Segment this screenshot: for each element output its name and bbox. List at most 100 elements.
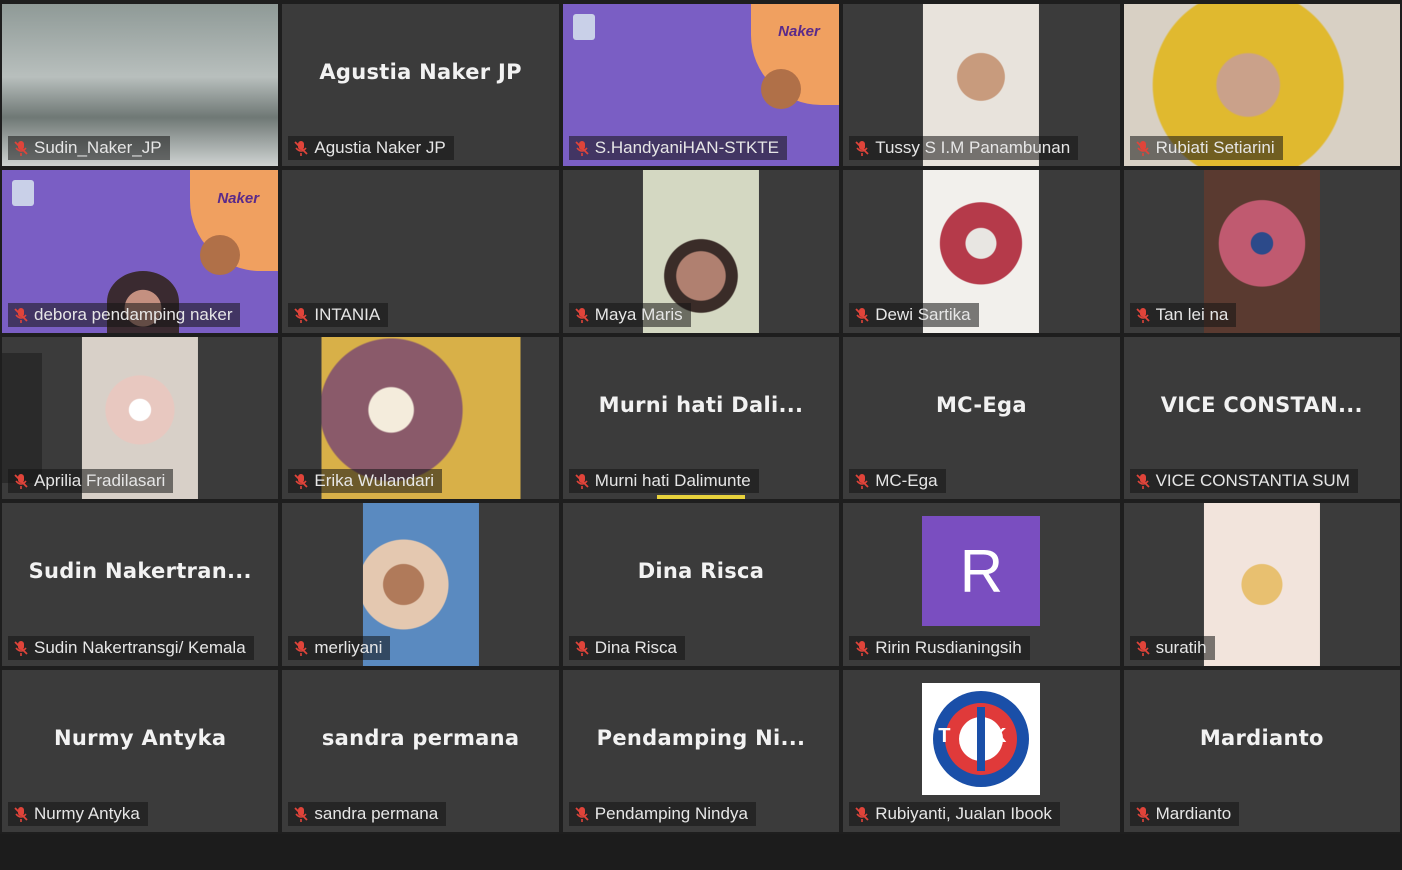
participant-tile[interactable]: Murni hati Dali... Murni hati Dalimunte [562, 336, 840, 500]
participant-display-name: Pendamping Ni... [596, 725, 806, 750]
mic-muted-icon [12, 139, 30, 157]
participant-name-label: Ririn Rusdianingsih [849, 635, 1030, 660]
participant-name-label: MC-Ega [849, 469, 946, 494]
participant-display-name: Dina Risca [637, 559, 765, 584]
participant-name: suratih [1155, 637, 1207, 657]
mic-muted-icon [573, 139, 591, 157]
mic-muted-icon [1134, 805, 1152, 823]
participant-name-label: VICE CONSTANTIA SUM [1129, 469, 1358, 494]
mic-muted-icon [853, 472, 871, 490]
participant-tile[interactable]: INTANIA [282, 170, 559, 333]
participant-name: Rubiyanti, Jualan Ibook [875, 803, 1052, 823]
avatar-logo-letters: T K [938, 725, 1025, 748]
participant-video [1203, 503, 1320, 666]
mic-muted-icon [292, 639, 310, 657]
mic-muted-icon [292, 472, 310, 490]
participant-tile[interactable]: T K Rubiyanti, Jualan Ibook [843, 669, 1120, 832]
participant-display-name: Murni hati Dali... [598, 393, 804, 417]
participant-name-label: Nurmy Antyka [8, 801, 148, 826]
participant-name-label: Agustia Naker JP [288, 136, 454, 161]
participant-tile[interactable]: Naker S.HandyaniHAN-STKTE [562, 4, 840, 167]
participant-name-label: Dewi Sartika [849, 302, 979, 327]
participant-tile[interactable]: Sudin Nakertran... Sudin Nakertransgi/ Ke… [2, 503, 279, 666]
mic-muted-icon [12, 472, 30, 490]
slide-logo-text: Naker [217, 189, 260, 207]
participant-tile[interactable]: Agustia Naker JP Agustia Naker JP [282, 4, 559, 167]
participant-display-name: Sudin Nakertran... [28, 559, 252, 584]
participant-name-label: Pendamping Nindya [568, 801, 756, 826]
participant-tile[interactable]: sandra permana sandra permana [282, 669, 559, 832]
participant-name-label: debora pendamping naker [8, 302, 241, 327]
participant-tile[interactable]: Rubiati Setiarini [1123, 4, 1400, 167]
participant-tile[interactable]: Pendamping Ni... Pendamping Nindya [562, 669, 840, 832]
participant-tile[interactable]: Erika Wulandari [282, 336, 559, 500]
mic-muted-icon [573, 306, 591, 324]
participant-name: Ririn Rusdianingsih [875, 637, 1022, 657]
avatar-logo: T K [922, 682, 1041, 795]
mic-muted-icon [573, 639, 591, 657]
participant-tile[interactable]: VICE CONSTAN... VICE CONSTANTIA SUM [1123, 336, 1400, 500]
participant-name: Dina Risca [594, 637, 677, 657]
participant-tile[interactable]: MC-Ega MC-Ega [843, 336, 1120, 500]
participant-display-name: Agustia Naker JP [319, 60, 522, 85]
mic-muted-icon [12, 805, 30, 823]
participant-name: sandra permana [314, 803, 439, 823]
mic-muted-icon [853, 805, 871, 823]
mic-muted-icon [1134, 139, 1152, 157]
participant-name: Rubiati Setiarini [1155, 138, 1275, 158]
participant-name: Aprilia Fradilasari [34, 471, 166, 491]
participant-tile[interactable]: Maya Maris [562, 170, 840, 333]
participant-name: Sudin_Naker_JP [34, 138, 162, 158]
participant-tile[interactable]: R Ririn Rusdianingsih [843, 503, 1120, 666]
participant-name: Maya Maris [594, 304, 683, 324]
participant-name: debora pendamping naker [34, 304, 233, 324]
participant-name: Agustia Naker JP [314, 138, 446, 158]
participant-name-label: Murni hati Dalimunte [568, 469, 759, 494]
meeting-toolbar [0, 834, 1402, 870]
mic-muted-icon [292, 306, 310, 324]
participant-display-name: Mardianto [1199, 725, 1324, 750]
participant-tile[interactable]: Dina Risca Dina Risca [562, 503, 840, 666]
participant-tile[interactable]: Tan lei na [1123, 170, 1400, 333]
gallery-grid: Sudin_Naker_JP Agustia Naker JP Agustia Na… [2, 4, 1400, 832]
participant-name-label: Tan lei na [1129, 302, 1237, 327]
participant-name-label: sandra permana [288, 801, 447, 826]
participant-tile[interactable]: Nurmy Antyka Nurmy Antyka [2, 669, 279, 832]
participant-tile[interactable]: merliyani [282, 503, 559, 666]
participant-name: S.HandyaniHAN-STKTE [594, 138, 780, 158]
participant-name-label: S.HandyaniHAN-STKTE [568, 136, 788, 161]
mic-muted-icon [1134, 472, 1152, 490]
participant-name-label: Erika Wulandari [288, 469, 443, 494]
participant-display-name: VICE CONSTAN... [1160, 393, 1363, 417]
mic-muted-icon [853, 306, 871, 324]
participant-name: Dewi Sartika [875, 304, 971, 324]
participant-tile[interactable]: Sudin_Naker_JP [2, 4, 279, 167]
participant-name: INTANIA [314, 304, 381, 324]
mic-muted-icon [853, 639, 871, 657]
participant-tile[interactable]: Dewi Sartika [843, 170, 1120, 333]
mic-muted-icon [573, 805, 591, 823]
participant-display-name: MC-Ega [935, 393, 1027, 417]
participant-name-label: Dina Risca [568, 635, 685, 660]
participant-name-label: Maya Maris [568, 302, 691, 327]
participant-tile[interactable]: Tussy S I.M Panambunan [843, 4, 1120, 167]
participant-display-name: sandra permana [321, 725, 520, 750]
participant-tile[interactable]: Naker debora pendamping naker [2, 170, 279, 333]
participant-name-label: Tussy S I.M Panambunan [849, 136, 1079, 161]
active-speaker-indicator [656, 495, 746, 500]
mic-muted-icon [12, 306, 30, 324]
mic-muted-icon [1134, 306, 1152, 324]
participant-name: Sudin Nakertransgi/ Kemala [34, 637, 246, 657]
mic-muted-icon [292, 139, 310, 157]
participant-name: Tussy S I.M Panambunan [875, 138, 1071, 158]
participant-name: Erika Wulandari [314, 471, 435, 491]
participant-tile[interactable]: suratih [1123, 503, 1400, 666]
participant-name-label: Sudin_Naker_JP [8, 136, 170, 161]
participant-name-label: Mardianto [1129, 801, 1240, 826]
scroll-handle[interactable] [2, 353, 42, 483]
participant-name-label: merliyani [288, 635, 391, 660]
participant-tile[interactable]: Aprilia Fradilasari [2, 336, 279, 500]
participant-tile[interactable]: Mardianto Mardianto [1123, 669, 1400, 832]
participant-name-label: Sudin Nakertransgi/ Kemala [8, 635, 254, 660]
mic-muted-icon [292, 805, 310, 823]
